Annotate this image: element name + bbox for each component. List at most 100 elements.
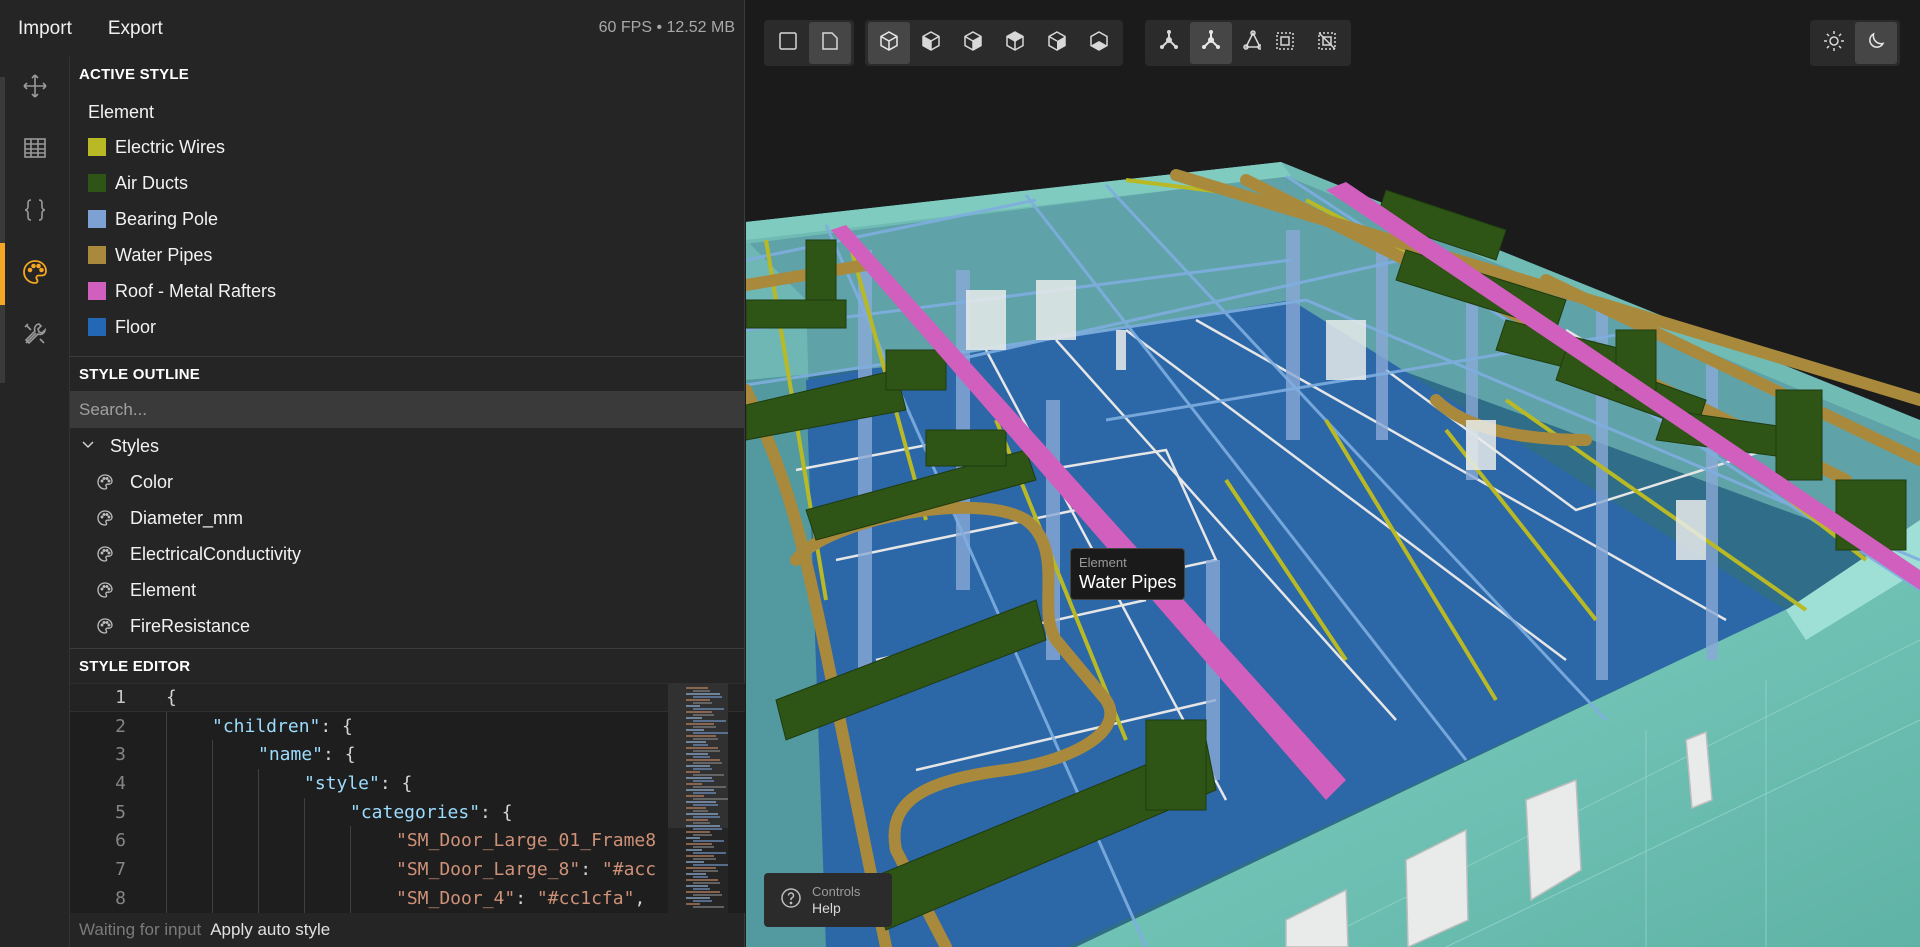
editor-minimap[interactable] [668,683,728,913]
code-line: 3 "name": { [70,740,745,770]
legend-label: Roof - Metal Rafters [115,280,277,301]
code-editor[interactable]: 1{2 "children": {3 "name": {4 "style": {5 "c… [70,683,745,913]
tree-root-label: Styles [110,435,160,456]
sun-button[interactable] [1813,22,1855,64]
indent-guide [258,826,259,856]
minimap-line [693,702,712,704]
cube-bottom-icon [1087,29,1111,58]
rail-tools[interactable] [0,305,70,367]
indent-guide [166,855,167,884]
help-line2: Help [812,899,841,916]
tools-icon [21,320,49,353]
minimap-line [686,693,720,695]
moon-button[interactable] [1855,22,1897,64]
deselect-box-button[interactable] [1306,22,1348,64]
cube-top-button[interactable] [1036,22,1078,64]
minimap-line [686,831,710,833]
indent-guide [304,797,305,827]
minimap-line [693,804,718,806]
minimap-line [686,879,718,881]
rail-table[interactable] [0,119,70,181]
3d-viewport[interactable]: Element Water Pipes Controls Help [746,0,1920,947]
minimap-line [693,900,712,902]
cube-front-button[interactable] [910,22,952,64]
palette-icon [96,581,114,599]
legend-label: Bearing Pole [115,208,219,229]
rail-move[interactable] [0,57,70,119]
code-line: 7 "SM_Door_Large_8": "#acc [70,855,745,884]
minimap-line [686,897,710,899]
code-text: "SM_Door_Large_8": "#acc [126,859,656,880]
minimap-line [686,837,700,839]
controls-help-button[interactable]: Controls Help [764,873,892,927]
status-bar: Waiting for input Apply auto style [70,913,745,947]
code-token: : { [323,744,356,766]
minimap-line [693,708,724,710]
minimap-line [693,834,712,836]
tree-item[interactable]: Element [70,572,745,608]
perspective-square-button[interactable] [809,22,851,64]
minimap-line [686,783,702,785]
active-style-section: ACTIVE STYLE Element Electric Wires Air D… [70,57,745,356]
cube-right-icon [961,29,985,58]
square-button[interactable] [767,22,809,64]
minimap-line [686,747,718,749]
code-token: : [580,858,602,880]
minimap-line [686,825,720,827]
square-icon [776,29,800,58]
code-line: 5 "categories": { [70,797,745,827]
select-box-button[interactable] [1264,22,1306,64]
select-box-icon [1273,29,1297,58]
minimap-line [693,744,708,746]
minimap-line [693,774,724,776]
minimap-line [686,729,704,731]
minimap-line [693,786,726,788]
side-content: ACTIVE STYLE Element Electric Wires Air D… [70,57,745,947]
code-lines: 1{2 "children": {3 "name": {4 "style": {5 "c… [70,683,745,913]
tree-item-label: ElectricalConductivity [130,543,302,564]
minimap-line [693,822,710,824]
help-line1: Controls [812,883,861,899]
minimap-line [693,750,720,752]
tooltip-label: Element [1079,555,1127,570]
indent-guide [212,826,213,856]
axis-outline-button[interactable] [1190,22,1232,64]
minimap-line [693,864,728,866]
cube-left-button[interactable] [994,22,1036,64]
color-swatch [88,210,106,228]
axis-solid-button[interactable] [1148,22,1190,64]
minimap-line [693,870,718,872]
top-bar: Import Export 60 FPS • 12.52 MB [0,0,745,57]
legend-item: Water Pipes [70,237,745,273]
legend-item: Roof - Metal Rafters [70,273,745,309]
cube-front-icon [919,29,943,58]
cube-bottom-button[interactable] [1078,22,1120,64]
code-text: "SM_Door_4": "#cc1cfa", [126,888,645,909]
indent-guide [258,797,259,827]
import-button[interactable]: Import [0,0,90,57]
color-swatch [88,174,106,192]
search-input[interactable] [70,391,745,428]
tree-item[interactable]: ElectricalConductivity [70,536,745,572]
tree-item[interactable]: FireResistance [70,608,745,644]
rail-style[interactable] [0,243,70,305]
code-line: 2 "children": { [70,711,745,741]
legend-label: Air Ducts [115,172,189,193]
export-button[interactable]: Export [90,0,181,57]
minimap-line [693,732,728,734]
minimap-line [686,741,706,743]
rail-code[interactable] [0,181,70,243]
palette-icon [96,617,114,635]
minimap-line [686,699,710,701]
apply-auto-style-button[interactable]: Apply auto style [210,920,330,940]
legend-list: Electric Wires Air Ducts Bearing Pole Water… [70,129,745,345]
tree-styles-root[interactable]: Styles [70,428,745,464]
cube-right-button[interactable] [952,22,994,64]
building-model-render[interactable] [746,0,1920,947]
tree-item[interactable]: Color [70,464,745,500]
cube-iso-button[interactable] [868,22,910,64]
line-number: 4 [115,772,126,794]
code-line: 4 "style": { [70,769,745,798]
tree-item[interactable]: Diameter_mm [70,500,745,536]
code-text: "name": { [126,744,356,765]
